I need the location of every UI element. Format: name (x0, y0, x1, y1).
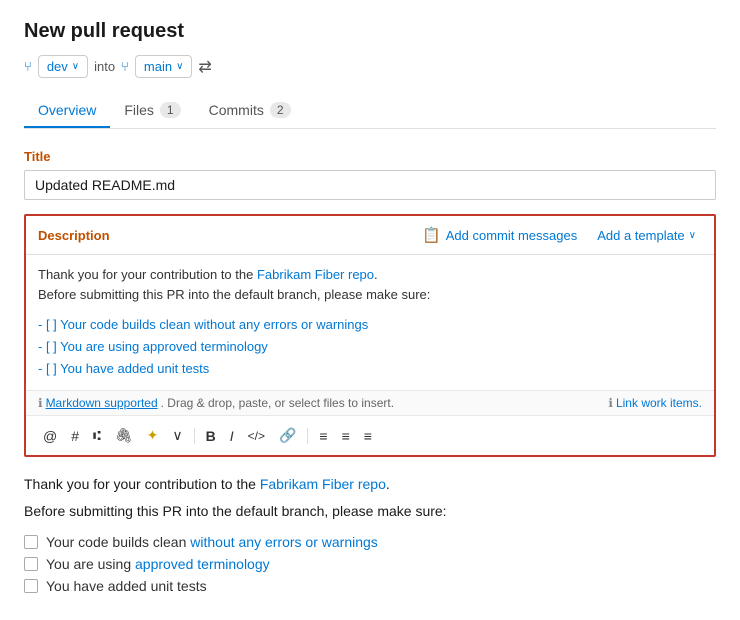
add-template-chevron-icon: ∨ (689, 230, 696, 241)
from-branch-label: dev (47, 59, 68, 74)
tab-files[interactable]: Files 1 (110, 94, 194, 128)
tab-overview-label: Overview (38, 102, 96, 118)
preview-item-3: You have added unit tests (24, 578, 716, 594)
toolbar-separator-2 (307, 428, 308, 444)
title-section: Title (24, 149, 716, 214)
markdown-info: ℹ Markdown supported . Drag & drop, past… (38, 396, 394, 410)
link-icon: ℹ (608, 396, 613, 410)
page-container: New pull request ⑂ dev ∨ into ⑂ main ∨ ⇄… (0, 0, 740, 620)
title-label: Title (24, 149, 716, 164)
preview-item-3-text: You have added unit tests (46, 578, 207, 594)
desc-line-1: Thank you for your contribution to the F… (38, 265, 702, 285)
toolbar-emoji-button[interactable]: ✦ (142, 424, 164, 447)
preview-text-before: Thank you for your contribution to the (24, 476, 260, 492)
tabs-bar: Overview Files 1 Commits 2 (24, 94, 716, 129)
description-footer: ℹ Markdown supported . Drag & drop, past… (26, 390, 714, 415)
branch-from-icon: ⑂ (24, 59, 32, 74)
checkbox-1[interactable] (24, 535, 38, 549)
swap-branches-icon[interactable]: ⇄ (198, 57, 211, 77)
toolbar-ordered-list-button[interactable]: ≡ (314, 425, 332, 447)
toolbar-emoji-dropdown-button[interactable]: ∨ (167, 424, 187, 447)
toolbar-bold-button[interactable]: B (201, 425, 221, 447)
preview-item-2-text: You are using approved terminology (46, 556, 270, 572)
branch-to-icon: ⑂ (121, 59, 129, 74)
desc-text-period: . (374, 267, 378, 282)
toolbar-code-button[interactable]: </> (243, 426, 270, 446)
toolbar-table-button[interactable]: ⑆ (88, 425, 106, 446)
preview-item-1: Your code builds clean without any error… (24, 534, 716, 550)
branch-selector: ⑂ dev ∨ into ⑂ main ∨ ⇄ (24, 55, 716, 78)
tab-commits[interactable]: Commits 2 (195, 94, 305, 128)
desc-text-before-link: Thank you for your contribution to the (38, 267, 257, 282)
preview-repo-link: Fabrikam Fiber repo (260, 476, 386, 492)
checkbox-3[interactable] (24, 579, 38, 593)
toolbar-link-button[interactable]: 🔗 (274, 424, 301, 447)
toolbar-separator-1 (194, 428, 195, 444)
info-icon: ℹ (38, 396, 43, 410)
add-commit-messages-button[interactable]: 📋 Add commit messages (416, 224, 583, 246)
desc-item-2: - [ ] You are using approved terminology (38, 336, 702, 358)
page-title: New pull request (24, 20, 716, 43)
description-section: Description 📋 Add commit messages Add a … (24, 214, 716, 457)
desc-item-1: - [ ] Your code builds clean without any… (38, 314, 702, 336)
add-commit-messages-label: Add commit messages (446, 228, 578, 243)
preview-item-2: You are using approved terminology (24, 556, 716, 572)
desc-checklist: - [ ] Your code builds clean without any… (38, 314, 702, 380)
editor-toolbar: @ # ⑆ 🖇 ✦ ∨ B I </> 🔗 ≡ ≡ ≡ (26, 415, 714, 455)
tab-files-label: Files (124, 102, 154, 118)
preview-section: Thank you for your contribution to the F… (24, 457, 716, 594)
toolbar-mention-button[interactable]: @ (38, 425, 62, 447)
to-branch-label: main (144, 59, 172, 74)
preview-line-2: Before submitting this PR into the defau… (24, 500, 716, 522)
from-branch-chevron-icon: ∨ (72, 61, 79, 72)
description-editor[interactable]: Thank you for your contribution to the F… (26, 254, 714, 390)
commit-messages-icon: 📋 (422, 226, 441, 244)
drag-drop-text: . Drag & drop, paste, or select files to… (161, 396, 394, 410)
preview-period: . (386, 476, 390, 492)
markdown-link[interactable]: Markdown supported (46, 396, 158, 410)
description-header: Description 📋 Add commit messages Add a … (26, 216, 714, 254)
add-template-button[interactable]: Add a template ∨ (591, 226, 702, 245)
toolbar-indent-button[interactable]: ≡ (359, 425, 377, 447)
add-template-label: Add a template (597, 228, 684, 243)
link-work-items-button[interactable]: Link work items. (616, 396, 702, 410)
toolbar-reference-button[interactable]: # (66, 425, 84, 447)
into-text: into (94, 59, 115, 74)
to-branch-button[interactable]: main ∨ (135, 55, 193, 78)
checkbox-2[interactable] (24, 557, 38, 571)
toolbar-attachment-button[interactable]: 🖇 (110, 424, 138, 447)
tab-commits-label: Commits (209, 102, 264, 118)
title-input[interactable] (24, 170, 716, 200)
link-work-items-section: ℹ Link work items. (608, 396, 702, 410)
desc-line-2: Before submitting this PR into the defau… (38, 285, 702, 305)
tab-files-badge: 1 (160, 102, 181, 118)
preview-item-1-text: Your code builds clean without any error… (46, 534, 378, 550)
preview-line-1: Thank you for your contribution to the F… (24, 473, 716, 495)
description-label: Description (38, 228, 408, 243)
toolbar-italic-button[interactable]: I (225, 425, 239, 447)
from-branch-button[interactable]: dev ∨ (38, 55, 88, 78)
preview-checklist: Your code builds clean without any error… (24, 534, 716, 594)
tab-commits-badge: 2 (270, 102, 291, 118)
desc-item-3: - [ ] You have added unit tests (38, 358, 702, 380)
toolbar-unordered-list-button[interactable]: ≡ (337, 425, 355, 447)
link-work-items-label: Link work items. (616, 396, 702, 410)
to-branch-chevron-icon: ∨ (176, 61, 183, 72)
desc-repo-link: Fabrikam Fiber repo (257, 267, 374, 282)
tab-overview[interactable]: Overview (24, 94, 110, 128)
